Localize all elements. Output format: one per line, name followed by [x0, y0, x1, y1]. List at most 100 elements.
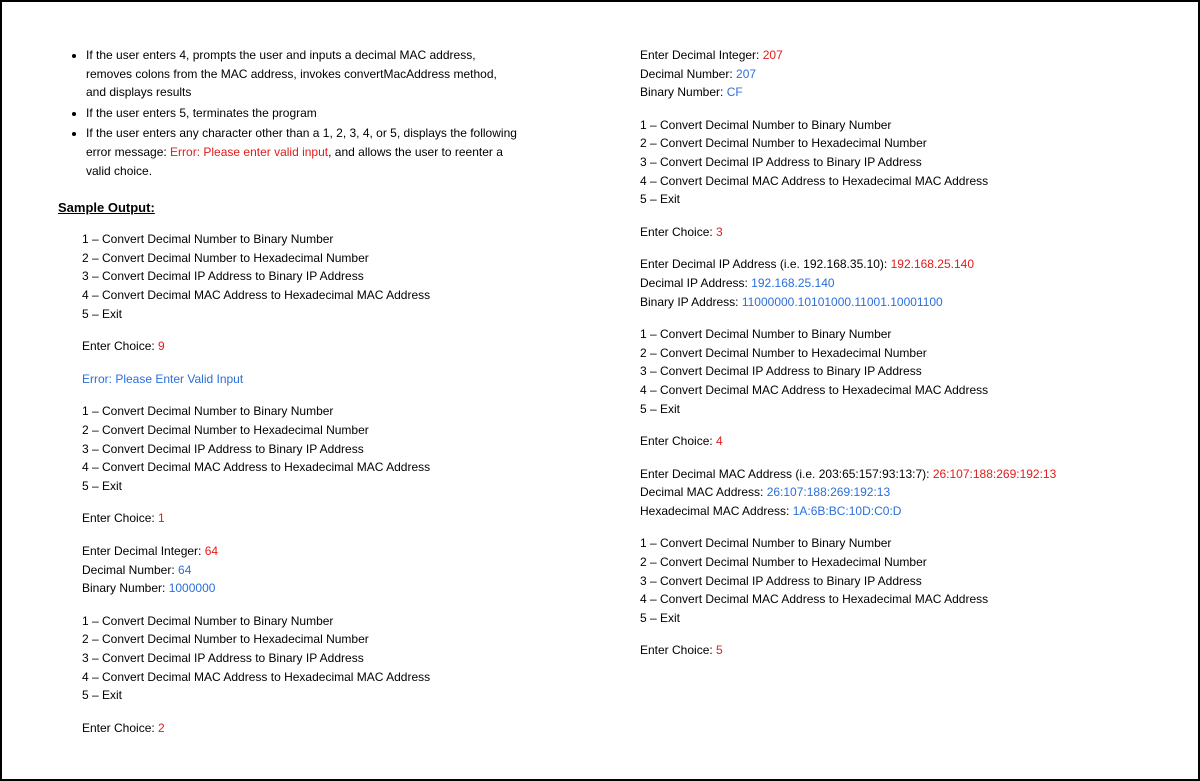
choice-value: 2 [158, 721, 165, 735]
result-line: Enter Decimal IP Address (i.e. 192.168.3… [640, 255, 1142, 274]
menu-line: 2 – Convert Decimal Number to Hexadecima… [640, 553, 1142, 572]
result-line: Binary Number: CF [640, 83, 1142, 102]
menu-line: 1 – Convert Decimal Number to Binary Num… [82, 612, 560, 631]
result-line: Decimal Number: 207 [640, 65, 1142, 84]
result-block: Enter Decimal Integer: 64 Decimal Number… [58, 542, 560, 598]
menu-line: 3 – Convert Decimal IP Address to Binary… [82, 267, 560, 286]
menu-line: 1 – Convert Decimal Number to Binary Num… [640, 534, 1142, 553]
result-line: Enter Decimal Integer: 64 [82, 542, 560, 561]
label: Binary Number: [82, 581, 169, 595]
choice-value: 9 [158, 339, 165, 353]
bullet-text-pre: error message: [86, 145, 170, 159]
menu-line: 4 – Convert Decimal MAC Address to Hexad… [82, 286, 560, 305]
menu-block: 1 – Convert Decimal Number to Binary Num… [640, 116, 1142, 209]
choice-block: Enter Choice: 5 [640, 641, 1142, 660]
label: Decimal MAC Address: [640, 485, 767, 499]
menu-line: 3 – Convert Decimal IP Address to Binary… [82, 440, 560, 459]
bullet-text: If the user enters 4, prompts the user a… [86, 46, 560, 65]
right-column: Enter Decimal Integer: 207 Decimal Numbe… [600, 46, 1142, 759]
label: Decimal Number: [82, 563, 178, 577]
choice-block: Enter Choice: 9 [58, 337, 560, 356]
menu-line: 3 – Convert Decimal IP Address to Binary… [640, 362, 1142, 381]
value: CF [727, 85, 743, 99]
choice-label: Enter Choice: [640, 434, 716, 448]
menu-block: 1 – Convert Decimal Number to Binary Num… [58, 402, 560, 495]
menu-line: 4 – Convert Decimal MAC Address to Hexad… [640, 172, 1142, 191]
result-line: Hexadecimal MAC Address: 1A:6B:BC:10D:C0… [640, 502, 1142, 521]
instruction-bullets: If the user enters 4, prompts the user a… [58, 46, 560, 180]
bullet-item: If the user enters 4, prompts the user a… [86, 46, 560, 102]
label: Binary IP Address: [640, 295, 742, 309]
error-message: Error: Please Enter Valid Input [82, 372, 243, 386]
menu-line: 3 – Convert Decimal IP Address to Binary… [640, 572, 1142, 591]
value: 64 [205, 544, 218, 558]
menu-line: 2 – Convert Decimal Number to Hexadecima… [640, 344, 1142, 363]
choice-block: Enter Choice: 2 [58, 719, 560, 738]
bullet-item: If the user enters 5, terminates the pro… [86, 104, 560, 123]
menu-line: 4 – Convert Decimal MAC Address to Hexad… [640, 381, 1142, 400]
menu-line: 1 – Convert Decimal Number to Binary Num… [82, 402, 560, 421]
left-column: If the user enters 4, prompts the user a… [58, 46, 600, 759]
error-text: Error: Please enter valid input [170, 145, 328, 159]
menu-line: 4 – Convert Decimal MAC Address to Hexad… [82, 668, 560, 687]
result-line: Decimal MAC Address: 26:107:188:269:192:… [640, 483, 1142, 502]
menu-block: 1 – Convert Decimal Number to Binary Num… [640, 534, 1142, 627]
result-line: Enter Decimal MAC Address (i.e. 203:65:1… [640, 465, 1142, 484]
choice-label: Enter Choice: [82, 721, 158, 735]
bullet-text-post: , and allows the user to reenter a [328, 145, 503, 159]
result-block: Enter Decimal Integer: 207 Decimal Numbe… [640, 46, 1142, 102]
menu-line: 1 – Convert Decimal Number to Binary Num… [640, 116, 1142, 135]
result-line: Decimal IP Address: 192.168.25.140 [640, 274, 1142, 293]
menu-line: 4 – Convert Decimal MAC Address to Hexad… [82, 458, 560, 477]
label: Enter Decimal Integer: [82, 544, 205, 558]
bullet-text: If the user enters any character other t… [86, 124, 560, 143]
label: Binary Number: [640, 85, 727, 99]
menu-line: 5 – Exit [640, 609, 1142, 628]
choice-block: Enter Choice: 3 [640, 223, 1142, 242]
menu-block: 1 – Convert Decimal Number to Binary Num… [58, 612, 560, 705]
label: Enter Decimal Integer: [640, 48, 763, 62]
menu-block: 1 – Convert Decimal Number to Binary Num… [58, 230, 560, 323]
choice-block: Enter Choice: 1 [58, 509, 560, 528]
choice-value: 4 [716, 434, 723, 448]
menu-line: 5 – Exit [640, 400, 1142, 419]
menu-line: 2 – Convert Decimal Number to Hexadecima… [82, 421, 560, 440]
menu-line: 5 – Exit [640, 190, 1142, 209]
label: Decimal IP Address: [640, 276, 751, 290]
menu-line: 2 – Convert Decimal Number to Hexadecima… [82, 249, 560, 268]
menu-line: 5 – Exit [82, 477, 560, 496]
menu-line: 1 – Convert Decimal Number to Binary Num… [640, 325, 1142, 344]
menu-line: 5 – Exit [82, 686, 560, 705]
value: 192.168.25.140 [891, 257, 974, 271]
choice-block: Enter Choice: 4 [640, 432, 1142, 451]
error-block: Error: Please Enter Valid Input [58, 370, 560, 389]
choice-label: Enter Choice: [640, 643, 716, 657]
menu-line: 1 – Convert Decimal Number to Binary Num… [82, 230, 560, 249]
bullet-text: and displays results [86, 83, 560, 102]
label: Enter Decimal MAC Address (i.e. 203:65:1… [640, 467, 933, 481]
result-block: Enter Decimal MAC Address (i.e. 203:65:1… [640, 465, 1142, 521]
choice-label: Enter Choice: [82, 511, 158, 525]
value: 1000000 [169, 581, 216, 595]
choice-value: 3 [716, 225, 723, 239]
choice-value: 5 [716, 643, 723, 657]
value: 26:107:188:269:192:13 [933, 467, 1056, 481]
value: 207 [763, 48, 783, 62]
result-block: Enter Decimal IP Address (i.e. 192.168.3… [640, 255, 1142, 311]
choice-label: Enter Choice: [82, 339, 158, 353]
value: 11000000.10101000.11001.10001100 [742, 295, 943, 309]
value: 207 [736, 67, 756, 81]
result-line: Decimal Number: 64 [82, 561, 560, 580]
bullet-item: If the user enters any character other t… [86, 124, 560, 180]
label: Enter Decimal IP Address (i.e. 192.168.3… [640, 257, 891, 271]
result-line: Binary IP Address: 11000000.10101000.110… [640, 293, 1142, 312]
choice-value: 1 [158, 511, 165, 525]
menu-line: 2 – Convert Decimal Number to Hexadecima… [82, 630, 560, 649]
result-line: Binary Number: 1000000 [82, 579, 560, 598]
value: 192.168.25.140 [751, 276, 834, 290]
bullet-text: If the user enters 5, terminates the pro… [86, 106, 317, 120]
choice-label: Enter Choice: [640, 225, 716, 239]
menu-line: 3 – Convert Decimal IP Address to Binary… [640, 153, 1142, 172]
bullet-text: removes colons from the MAC address, inv… [86, 65, 560, 84]
bullet-text: error message: Error: Please enter valid… [86, 143, 560, 162]
